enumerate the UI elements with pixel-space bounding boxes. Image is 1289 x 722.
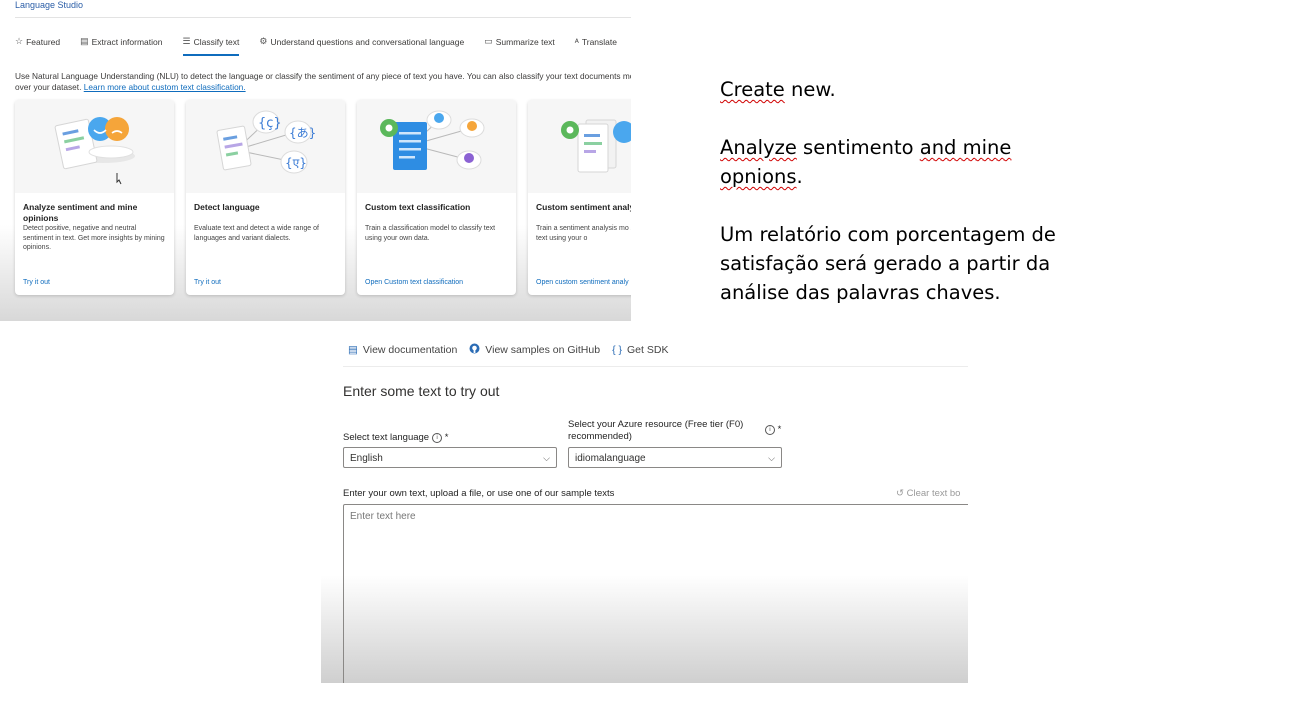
card-title: Custom text classification xyxy=(365,202,471,212)
tab-label: Featured xyxy=(26,36,61,47)
chevron-down-icon: ⌵ xyxy=(768,453,775,463)
resource-label-extras: i * xyxy=(762,424,781,436)
required-mark: * xyxy=(444,432,449,443)
clear-label: Clear text bo xyxy=(906,488,961,499)
info-icon[interactable]: i xyxy=(765,425,775,435)
card-title: Analyze sentiment and mine opinions xyxy=(23,202,138,223)
try-it-out-link[interactable]: Try it out xyxy=(23,279,50,286)
links-divider xyxy=(343,366,968,367)
tab-label: Summarize text xyxy=(495,36,555,47)
card-analyze-sentiment[interactable]: Analyze sentiment and mine opinions Dete… xyxy=(15,100,174,295)
svg-text:{ए}: {ए} xyxy=(285,156,307,170)
detect-language-illustration: {ç} {あ} {ए} xyxy=(186,100,345,193)
info-icon[interactable]: i xyxy=(432,433,443,443)
link-label: View samples on GitHub xyxy=(485,344,601,356)
tab-translate[interactable]: ᴬ Translate xyxy=(575,36,617,56)
card-custom-sentiment-analysis[interactable]: Custom sentiment analys Train a sentimen… xyxy=(528,100,631,295)
svg-text:{ç}: {ç} xyxy=(258,116,282,131)
card-description: Detect positive, negative and neutral se… xyxy=(23,225,165,251)
list-icon: ☰ xyxy=(182,36,191,46)
card-custom-text-classification[interactable]: Custom text classification Train a class… xyxy=(357,100,516,295)
app-title[interactable]: Language Studio xyxy=(15,0,83,10)
tab-bar: ☆ Featured ▤ Extract information ☰ Class… xyxy=(15,36,617,56)
document-icon: ▤ xyxy=(80,36,89,46)
note-word: Analyze xyxy=(720,136,797,159)
note-word: . xyxy=(796,165,803,188)
classification-illustration xyxy=(357,100,516,193)
try-out-heading: Enter some text to try out xyxy=(343,383,500,399)
resource-label: Select your Azure resource (Free tier (F… xyxy=(568,419,744,442)
note-word: new. xyxy=(784,78,836,101)
sentiment-illustration xyxy=(15,100,174,193)
note-report: Um relatório com porcentagem de satisfaç… xyxy=(720,223,1056,304)
try-it-out-screenshot: ▤ View documentation View samples on Git… xyxy=(321,330,968,683)
bot-icon: ⚙ xyxy=(259,36,268,46)
card-description: Train a sentiment analysis mo sentiment … xyxy=(536,225,631,242)
link-label: Get SDK xyxy=(627,344,669,356)
language-select-value: English xyxy=(350,453,383,464)
card-title: Detect language xyxy=(194,202,260,212)
resource-select-value: idiomalanguage xyxy=(575,453,646,464)
link-label: View documentation xyxy=(362,344,458,356)
tab-label: Translate xyxy=(581,36,617,47)
undo-icon: ↺ xyxy=(896,488,904,499)
document-icon: ▤ xyxy=(348,344,358,356)
learn-more-link[interactable]: Learn more about custom text classificat… xyxy=(84,82,246,92)
note-analyze-sentiment: Analyze sentimento and mine opnions. xyxy=(720,133,1060,191)
note-word: sentimento xyxy=(796,136,920,159)
view-samples-github-link[interactable]: View samples on GitHub xyxy=(469,343,600,357)
card-detect-language[interactable]: {ç} {あ} {ए} Detect language Evaluate tex… xyxy=(186,100,345,295)
tab-summarize-text[interactable]: ▭ Summarize text xyxy=(484,36,555,56)
tab-featured[interactable]: ☆ Featured xyxy=(15,36,60,56)
tab-label: Understand questions and conversational … xyxy=(270,36,465,47)
clear-text-button[interactable]: ↺ Clear text bo xyxy=(896,488,960,499)
svg-text:{あ}: {あ} xyxy=(289,126,316,140)
custom-sentiment-illustration xyxy=(528,100,631,193)
doc-links-bar: ▤ View documentation View samples on Git… xyxy=(348,343,668,357)
get-sdk-link[interactable]: { } Get SDK xyxy=(612,343,668,357)
summary-icon: ▭ xyxy=(484,36,493,46)
text-input-label: Enter your own text, upload a file, or u… xyxy=(343,488,615,499)
resource-label-row: Select your Azure resource (Free tier (F… xyxy=(568,419,768,443)
star-icon: ☆ xyxy=(15,36,24,46)
note-word: and mine xyxy=(919,136,1012,159)
language-label-row: Select text language i * xyxy=(343,432,448,444)
view-documentation-link[interactable]: ▤ View documentation xyxy=(348,343,457,357)
header-divider xyxy=(15,17,631,18)
card-description: Train a classification model to classify… xyxy=(365,225,496,242)
tab-label: Classify text xyxy=(193,36,240,47)
required-mark: * xyxy=(777,424,782,435)
tab-understand-questions[interactable]: ⚙ Understand questions and conversationa… xyxy=(259,36,464,56)
tab-extract-information[interactable]: ▤ Extract information xyxy=(80,36,162,56)
language-select[interactable]: English ⌵ xyxy=(343,447,557,468)
card-title: Custom sentiment analys xyxy=(536,202,631,212)
language-label: Select text language xyxy=(343,432,430,443)
open-custom-classification-link[interactable]: Open Custom text classification xyxy=(365,279,463,286)
intro-paragraph: Use Natural Language Understanding (NLU)… xyxy=(15,71,631,93)
chevron-down-icon: ⌵ xyxy=(543,453,550,463)
github-icon xyxy=(469,343,480,357)
language-studio-screenshot: Language Studio ☆ Featured ▤ Extract inf… xyxy=(0,0,631,321)
azure-resource-select[interactable]: idiomalanguage ⌵ xyxy=(568,447,782,468)
note-create-new: Create new. xyxy=(720,75,1060,104)
translate-icon: ᴬ xyxy=(574,36,579,47)
open-custom-sentiment-link[interactable]: Open custom sentiment analy xyxy=(536,279,629,286)
text-placeholder: Enter text here xyxy=(350,511,416,522)
note-word: Create xyxy=(720,78,785,101)
text-input-area[interactable]: Enter text here xyxy=(343,504,968,683)
tab-classify-text[interactable]: ☰ Classify text xyxy=(182,36,240,56)
tab-label: Extract information xyxy=(91,36,163,47)
code-braces-icon: { } xyxy=(612,344,623,356)
card-description: Evaluate text and detect a wide range of… xyxy=(194,225,319,242)
slide-notes: Create new. Analyze sentimento and mine o… xyxy=(720,75,1060,336)
try-it-out-link[interactable]: Try it out xyxy=(194,279,221,286)
note-word: opnions xyxy=(720,165,797,188)
